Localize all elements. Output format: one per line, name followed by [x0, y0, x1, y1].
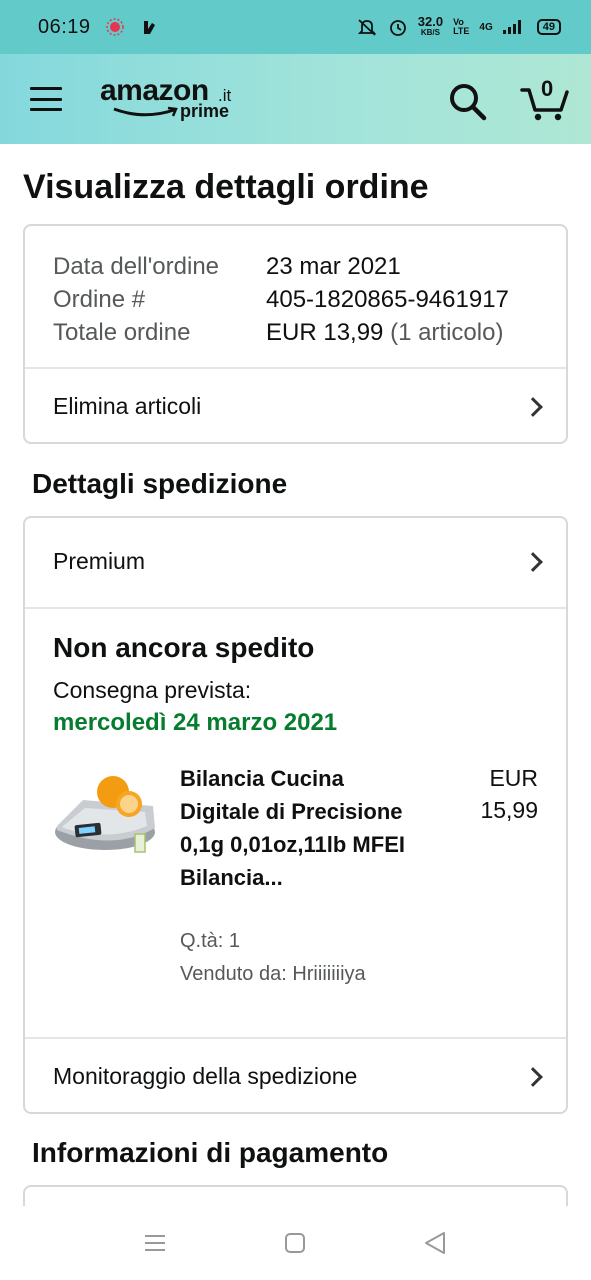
order-number-row: Ordine # 405-1820865-9461917	[53, 283, 509, 316]
logo-smile-icon	[113, 106, 178, 117]
speed-unit: KB/S	[420, 28, 440, 37]
volte-indicator: Vo LTE	[453, 18, 469, 36]
expected-delivery-label: Consegna prevista:	[53, 677, 252, 703]
tracking-link[interactable]: Monitoraggio della spedizione	[25, 1039, 566, 1114]
speed-value: 32.0	[417, 14, 444, 29]
amazon-prime-logo[interactable]: amazon .it prime	[100, 74, 240, 126]
order-date-label: Data dell'ordine	[53, 253, 220, 280]
shipping-method-link[interactable]: Premium	[25, 524, 566, 599]
app-notification-icon	[143, 21, 155, 34]
network-type: 4G	[479, 21, 493, 33]
tracking-label: Monitoraggio della spedizione	[53, 1063, 358, 1089]
order-total-amount: EUR 13,99	[266, 319, 384, 346]
logo-prime: prime	[180, 101, 230, 121]
product-price-value: 15,99	[480, 797, 538, 823]
menu-icon[interactable]	[30, 87, 62, 111]
shipping-section-title: Dettagli spedizione	[32, 468, 288, 499]
delete-items-link[interactable]: Elimina articoli	[25, 369, 566, 444]
chevron-right-icon	[523, 396, 543, 417]
cart-count: 0	[541, 76, 554, 101]
nav-recents-icon[interactable]	[140, 1228, 170, 1258]
delete-items-label: Elimina articoli	[53, 393, 202, 419]
order-number-value: 405-1820865-9461917	[266, 286, 509, 313]
search-icon[interactable]	[447, 81, 487, 121]
order-date-value: 23 mar 2021	[266, 253, 401, 280]
product-price: EUR 15,99	[438, 762, 538, 826]
chevron-right-icon	[523, 551, 543, 572]
order-total-row: Totale ordine EUR 13,99 (1 articolo)	[53, 316, 509, 349]
nav-back-icon[interactable]	[420, 1228, 450, 1258]
product-image[interactable]	[53, 770, 163, 860]
order-summary-card: Data dell'ordine 23 mar 2021 Ordine # 40…	[23, 224, 568, 444]
system-nav-bar	[0, 1206, 591, 1280]
battery-icon: 49	[536, 19, 561, 35]
signal-icon	[502, 20, 521, 34]
divider	[25, 607, 566, 609]
alarm-icon	[389, 20, 406, 36]
page-title: Visualizza dettagli ordine	[23, 168, 429, 206]
recording-icon	[105, 18, 124, 36]
order-total-label: Totale ordine	[53, 319, 191, 346]
chevron-right-icon	[523, 1066, 543, 1087]
shipment-status: Non ancora spedito	[53, 632, 315, 663]
shipping-method-label: Premium	[53, 548, 146, 574]
status-right: 32.0 KB/S Vo LTE 4G 49	[356, 14, 561, 38]
order-info: Data dell'ordine 23 mar 2021 Ordine # 40…	[53, 250, 509, 349]
order-total-value: EUR 13,99 (1 articolo)	[266, 316, 503, 349]
product-seller: Venduto da: Hriiiiiiiya	[180, 963, 366, 985]
battery-level: 49	[542, 21, 555, 33]
product-quantity: Q.tà: 1	[180, 930, 241, 952]
status-bar: 06:19 32.0 KB/S Vo LTE 4G 49	[0, 0, 591, 54]
app-header: amazon .it prime 0	[0, 54, 591, 144]
order-number-label: Ordine #	[53, 286, 146, 313]
status-left: 06:19	[38, 16, 159, 39]
network-speed: 32.0 KB/S	[417, 14, 444, 38]
order-total-items: (1 articolo)	[390, 319, 504, 346]
nav-home-icon[interactable]	[280, 1228, 310, 1258]
payment-section-title: Informazioni di pagamento	[32, 1137, 389, 1168]
volte-bottom: LTE	[453, 26, 470, 36]
product-title[interactable]: Bilancia Cucina Digitale di Precisione 0…	[180, 762, 410, 894]
product-price-currency: EUR	[489, 765, 538, 791]
mute-icon	[357, 19, 376, 36]
order-date-row: Data dell'ordine 23 mar 2021	[53, 250, 509, 283]
shipping-card: Premium Non ancora spedito Consegna prev…	[23, 516, 568, 1114]
expected-delivery-date: mercoledì 24 marzo 2021	[53, 709, 338, 736]
status-time: 06:19	[38, 15, 91, 38]
